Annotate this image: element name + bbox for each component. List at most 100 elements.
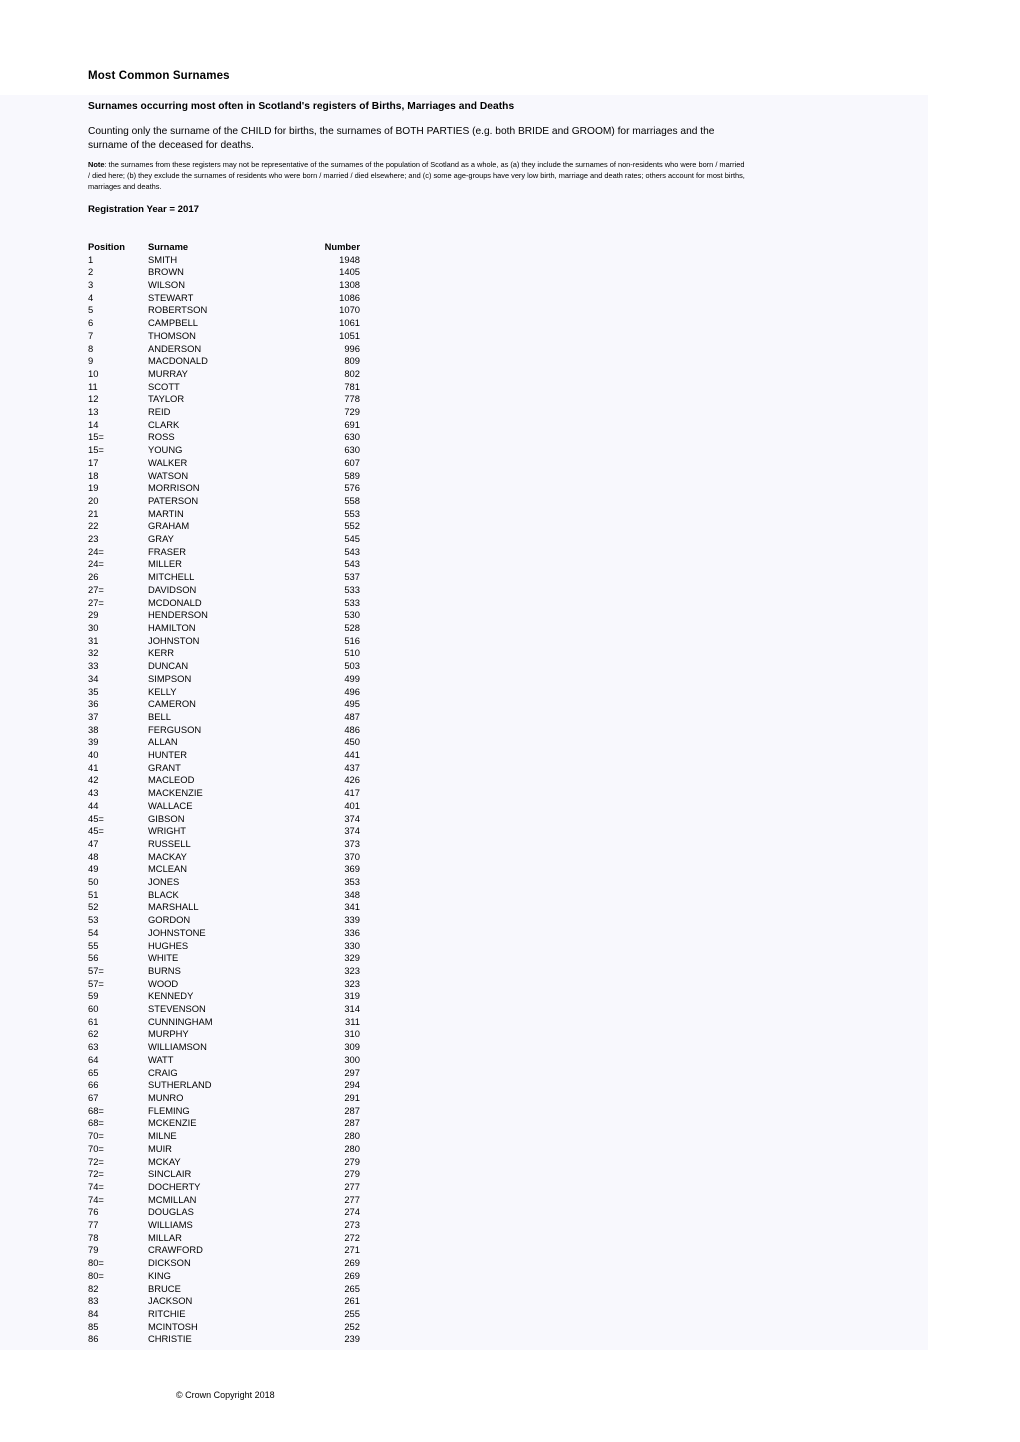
- table-row: 47 RUSSELL 373: [88, 838, 360, 851]
- cell-position: 19: [88, 482, 99, 494]
- table-row: 60 STEVENSON 314: [88, 1003, 360, 1016]
- table-row: 82 BRUCE 265: [88, 1283, 360, 1296]
- cell-position: 62: [88, 1028, 99, 1040]
- cell-number: 1948: [339, 253, 360, 265]
- cell-number: 996: [344, 342, 360, 354]
- cell-position: 27=: [88, 596, 104, 608]
- cell-surname: MUNRO: [148, 1092, 184, 1103]
- cell-surname: MCMILLAN: [148, 1193, 197, 1205]
- cell-surname: CRAIG: [148, 1066, 178, 1078]
- cell-surname: CAMERON: [148, 698, 196, 710]
- cell-number: 239: [344, 1333, 360, 1345]
- cell-position: 39: [88, 736, 99, 748]
- cell-number: 503: [344, 660, 360, 672]
- table-row: 86 CHRISTIE 239: [88, 1333, 360, 1346]
- table-row: 27= MCDONALD 533: [88, 597, 360, 610]
- cell-surname: GRANT: [148, 761, 181, 773]
- cell-position: 45=: [88, 812, 104, 824]
- cell-position: 84: [88, 1307, 99, 1319]
- cell-surname: CRAWFORD: [148, 1244, 203, 1256]
- cell-number: 339: [344, 914, 360, 926]
- cell-number: 1405: [339, 266, 360, 278]
- cell-position: 21: [88, 507, 99, 519]
- cell-number: 558: [344, 494, 360, 506]
- cell-number: 450: [344, 736, 360, 748]
- cell-surname: REID: [148, 406, 171, 418]
- cell-number: 373: [344, 837, 360, 849]
- cell-position: 41: [88, 761, 99, 773]
- cell-number: 269: [344, 1269, 360, 1281]
- table-row: 19 MORRISON 576: [88, 482, 360, 495]
- cell-surname: MCLEAN: [148, 863, 188, 875]
- cell-position: 54: [88, 926, 99, 938]
- cell-surname: MACKAY: [148, 850, 187, 862]
- cell-position: 70=: [88, 1130, 104, 1142]
- cell-surname: MORRISON: [148, 482, 200, 494]
- cell-surname: SUTHERLAND: [148, 1079, 212, 1091]
- cell-surname: CUNNINGHAM: [148, 1015, 213, 1027]
- cell-position: 63: [88, 1041, 99, 1053]
- cell-position: 14: [88, 418, 99, 430]
- cell-position: 85: [88, 1320, 99, 1332]
- table-row: 22 GRAHAM 552: [88, 520, 360, 533]
- cell-surname: STEVENSON: [148, 1003, 206, 1015]
- cell-number: 530: [344, 609, 360, 621]
- cell-surname: MURRAY: [148, 367, 188, 379]
- cell-position: 29: [88, 609, 99, 621]
- cell-number: 576: [344, 482, 360, 494]
- cell-number: 287: [344, 1104, 360, 1116]
- page-subtitle: Surnames occurring most often in Scotlan…: [88, 101, 515, 113]
- cell-surname: DUNCAN: [148, 660, 189, 672]
- cell-number: 353: [344, 876, 360, 888]
- cell-number: 277: [344, 1180, 360, 1192]
- table-row: 63 WILLIAMSON 309: [88, 1041, 360, 1054]
- table-row: 9 MACDONALD 809: [88, 355, 360, 368]
- table-row: 31 JOHNSTON 516: [88, 635, 360, 648]
- cell-number: 778: [344, 393, 360, 405]
- cell-number: 499: [344, 672, 360, 684]
- cell-surname: MUIR: [148, 1142, 172, 1154]
- table-row: 24= FRASER 543: [88, 546, 360, 559]
- cell-number: 329: [344, 952, 360, 964]
- cell-number: 319: [344, 990, 360, 1002]
- table-row: 23 GRAY 545: [88, 533, 360, 546]
- cell-number: 729: [344, 406, 360, 418]
- table-row: 78 MILLAR 272: [88, 1232, 360, 1245]
- cell-position: 49: [88, 863, 99, 875]
- cell-surname: RUSSELL: [148, 837, 191, 849]
- cell-position: 86: [88, 1333, 99, 1345]
- cell-position: 83: [88, 1295, 99, 1307]
- cell-position: 30: [88, 621, 99, 633]
- cell-number: 589: [344, 469, 360, 481]
- cell-surname: GRAHAM: [148, 520, 190, 532]
- table-row: 41 GRANT 437: [88, 762, 360, 775]
- cell-position: 13: [88, 406, 99, 418]
- cell-surname: STEWART: [148, 291, 194, 303]
- table-row: 18 WATSON 589: [88, 470, 360, 483]
- table-row: 48 MACKAY 370: [88, 851, 360, 864]
- cell-position: 31: [88, 634, 99, 646]
- cell-position: 80=: [88, 1257, 104, 1269]
- cell-position: 68=: [88, 1117, 104, 1129]
- cell-position: 52: [88, 901, 99, 913]
- cell-surname: MACLEOD: [148, 774, 195, 786]
- cell-surname: ANDERSON: [148, 342, 202, 354]
- table-row: 77 WILLIAMS 273: [88, 1219, 360, 1232]
- table-row: 6 CAMPBELL 1061: [88, 317, 360, 330]
- cell-surname: SINCLAIR: [148, 1168, 192, 1180]
- cell-number: 300: [344, 1053, 360, 1065]
- cell-number: 273: [344, 1219, 360, 1231]
- table-row: 53 GORDON 339: [88, 914, 360, 927]
- page-title: Most Common Surnames: [88, 69, 230, 82]
- note-body: : the surnames from these registers may …: [88, 160, 745, 191]
- table-row: 38 FERGUSON 486: [88, 724, 360, 737]
- cell-number: 1308: [339, 279, 360, 290]
- cell-position: 64: [88, 1053, 99, 1065]
- cell-position: 22: [88, 520, 99, 532]
- cell-position: 40: [88, 749, 99, 761]
- cell-surname: WALLACE: [148, 799, 193, 811]
- cell-surname: WHITE: [148, 952, 179, 964]
- cell-position: 42: [88, 774, 99, 786]
- table-row: 54 JOHNSTONE 336: [88, 927, 360, 940]
- cell-number: 516: [344, 634, 360, 646]
